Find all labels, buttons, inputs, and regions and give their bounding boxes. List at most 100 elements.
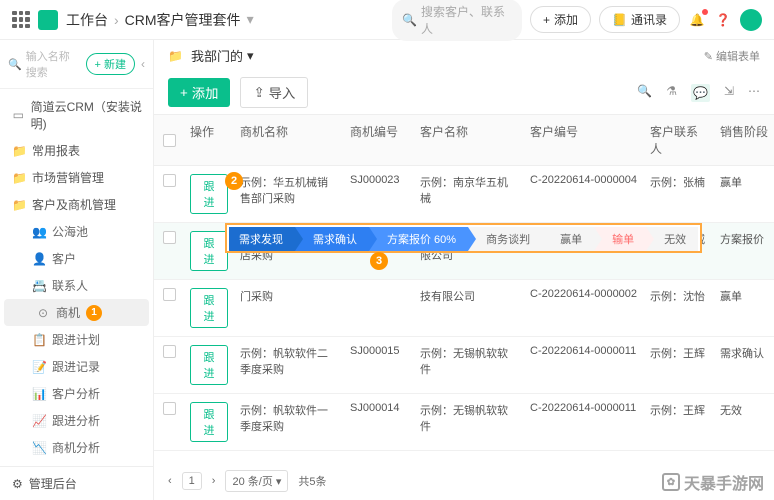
- table-header: 操作 商机名称 商机编号 客户名称 客户编号 客户联系人 销售阶段: [154, 114, 774, 166]
- row-checkbox[interactable]: [163, 231, 176, 244]
- user-icon: 👤: [32, 252, 46, 266]
- cell-name: 示例：华五机械销售部门采购: [234, 166, 344, 214]
- watermark-text: 天暴手游网: [684, 470, 764, 494]
- add-button[interactable]: + 添加: [530, 6, 591, 33]
- stage-confirm[interactable]: 需求确认: [295, 227, 369, 251]
- sidebar-sub-record[interactable]: 📝跟进记录: [0, 353, 153, 380]
- import-label: 导入: [269, 83, 296, 102]
- col-stage: 销售阶段: [714, 115, 774, 165]
- help-icon[interactable]: ❓: [714, 11, 732, 29]
- sidebar-sub-customer[interactable]: 👤客户: [0, 245, 153, 272]
- list-icon: 📋: [32, 333, 46, 347]
- cell-stage: 方案报价: [714, 223, 774, 255]
- stage-negotiate[interactable]: 商务谈判: [468, 227, 542, 251]
- add-record-button[interactable]: +添加: [168, 78, 230, 107]
- stage-quote[interactable]: 方案报价 60%: [369, 227, 468, 251]
- select-all-checkbox[interactable]: [163, 134, 176, 147]
- crumb-workspace[interactable]: 工作台: [66, 10, 108, 30]
- table-row[interactable]: 跟进示例：帆软软件二季度采购SJ000015示例：无锡帆软软件C-2022061…: [154, 337, 774, 394]
- cell-no: SJ000023: [344, 166, 414, 194]
- page-size-label: 20 条/页: [232, 476, 272, 488]
- cell-stage: 赢单: [714, 166, 774, 198]
- sidebar-tree: ▭简道云CRM（安装说明) 📁常用报表 📁市场营销管理 📁客户及商机管理 👥公海…: [0, 89, 153, 466]
- cell-cust: 示例：南京华五机械: [414, 166, 524, 214]
- search-icon[interactable]: 🔍: [637, 84, 652, 102]
- sidebar-item[interactable]: ▭简道云CRM（安装说明): [0, 93, 153, 137]
- search-icon: 🔍: [402, 13, 417, 27]
- item-label: 商机: [56, 304, 80, 321]
- filter-icon[interactable]: ⚗: [666, 84, 677, 102]
- annotation-badge-2: 2: [225, 172, 243, 190]
- more-icon[interactable]: ⋯: [748, 84, 760, 102]
- sidebar-item[interactable]: 📁客户及商机管理: [0, 191, 153, 218]
- row-checkbox[interactable]: [163, 402, 176, 415]
- users-icon: 👥: [32, 225, 46, 239]
- page-next[interactable]: ›: [212, 475, 216, 487]
- collapse-icon[interactable]: ‹: [141, 57, 145, 71]
- cell-contact: 示例：王辉: [644, 337, 714, 369]
- item-label: 常用报表: [32, 142, 80, 159]
- table-row[interactable]: 跟进示例：帆软软件一季度采购SJ000014示例：无锡帆软软件C-2022061…: [154, 394, 774, 451]
- watermark-icon: ✿: [662, 473, 680, 491]
- sidebar-search[interactable]: 🔍 输入名称搜索: [8, 48, 80, 80]
- new-button[interactable]: + 新建: [86, 53, 135, 75]
- crumb-app[interactable]: CRM客户管理套件: [125, 10, 241, 30]
- edit-form-link[interactable]: ✎ 编辑表单: [704, 48, 760, 64]
- search-placeholder: 搜索客户、联系人: [421, 3, 512, 37]
- view-selector[interactable]: 我部门的 ▾: [191, 46, 254, 65]
- cell-contact: 示例：王辉: [644, 394, 714, 426]
- item-label: 跟进分析: [52, 412, 100, 429]
- row-checkbox[interactable]: [163, 288, 176, 301]
- item-label: 客户及商机管理: [32, 196, 116, 213]
- row-checkbox[interactable]: [163, 345, 176, 358]
- page-input[interactable]: 1: [182, 472, 202, 490]
- sidebar-sub-pool[interactable]: 👥公海池: [0, 218, 153, 245]
- follow-button[interactable]: 跟进: [190, 231, 228, 271]
- sidebar-sub-followanalysis[interactable]: 📈跟进分析: [0, 407, 153, 434]
- follow-button[interactable]: 跟进: [190, 174, 228, 214]
- form-icon: ▭: [12, 108, 25, 122]
- annotation-badge-1: 1: [86, 305, 102, 321]
- sidebar-item[interactable]: 📁常用报表: [0, 137, 153, 164]
- edit-form-label: 编辑表单: [716, 51, 760, 63]
- global-search[interactable]: 🔍 搜索客户、联系人: [392, 0, 522, 41]
- export-icon[interactable]: ⇲: [724, 84, 734, 102]
- page-prev[interactable]: ‹: [168, 475, 172, 487]
- sidebar-sub-custanalysis[interactable]: 📊客户分析: [0, 380, 153, 407]
- sidebar-sub-opportunity[interactable]: ⊙商机1: [4, 299, 149, 326]
- sidebar-sub-plan[interactable]: 📋 跟进计划: [0, 326, 153, 353]
- notifications-icon[interactable]: 🔔: [688, 11, 706, 29]
- follow-button[interactable]: 跟进: [190, 345, 228, 385]
- item-label: 跟进计划: [52, 331, 100, 348]
- cell-name: 示例：帆软软件二季度采购: [234, 337, 344, 385]
- sidebar-sub-contact[interactable]: 📇联系人: [0, 272, 153, 299]
- sales-pipeline: 需求发现 需求确认 方案报价 60% 商务谈判 赢单 输单 无效: [225, 223, 702, 253]
- cell-cust: 示例：无锡帆软软件: [414, 337, 524, 385]
- stage-discover[interactable]: 需求发现: [229, 227, 295, 251]
- sidebar-item[interactable]: 📁市场营销管理: [0, 164, 153, 191]
- user-avatar[interactable]: [740, 9, 762, 31]
- apps-grid-icon[interactable]: [12, 11, 30, 29]
- chevron-down-icon[interactable]: ▾: [247, 11, 254, 28]
- item-label: 市场营销管理: [32, 169, 104, 186]
- row-checkbox[interactable]: [163, 174, 176, 187]
- cell-custno: C-20220614-0000011: [524, 337, 644, 365]
- item-label: 跟进记录: [52, 358, 100, 375]
- contacts-button[interactable]: 📒 通讯录: [599, 6, 680, 33]
- page-total: 共5条: [298, 473, 326, 489]
- page-size-select[interactable]: 20 条/页 ▾: [225, 470, 288, 492]
- admin-link[interactable]: ⚙ 管理后台: [0, 466, 153, 500]
- contacts-icon: 📒: [612, 13, 627, 27]
- sidebar-search-ph: 输入名称搜索: [26, 48, 80, 80]
- add-label: 添加: [192, 83, 219, 102]
- table-row[interactable]: 跟进示例：华五机械销售部门采购SJ000023示例：南京华五机械C-202206…: [154, 166, 774, 223]
- follow-button[interactable]: 跟进: [190, 402, 228, 442]
- sidebar-sub-oppanalysis[interactable]: 📉商机分析: [0, 434, 153, 461]
- comment-icon[interactable]: 💬: [691, 84, 710, 102]
- chart-icon: 📊: [32, 387, 46, 401]
- view-icon: 📁: [168, 49, 183, 63]
- follow-button[interactable]: 跟进: [190, 288, 228, 328]
- import-button[interactable]: ⇪导入: [240, 77, 308, 108]
- table-row[interactable]: 跟进门采购技有限公司C-20220614-0000002示例：沈怡赢单: [154, 280, 774, 337]
- gear-icon: ⚙: [12, 477, 23, 491]
